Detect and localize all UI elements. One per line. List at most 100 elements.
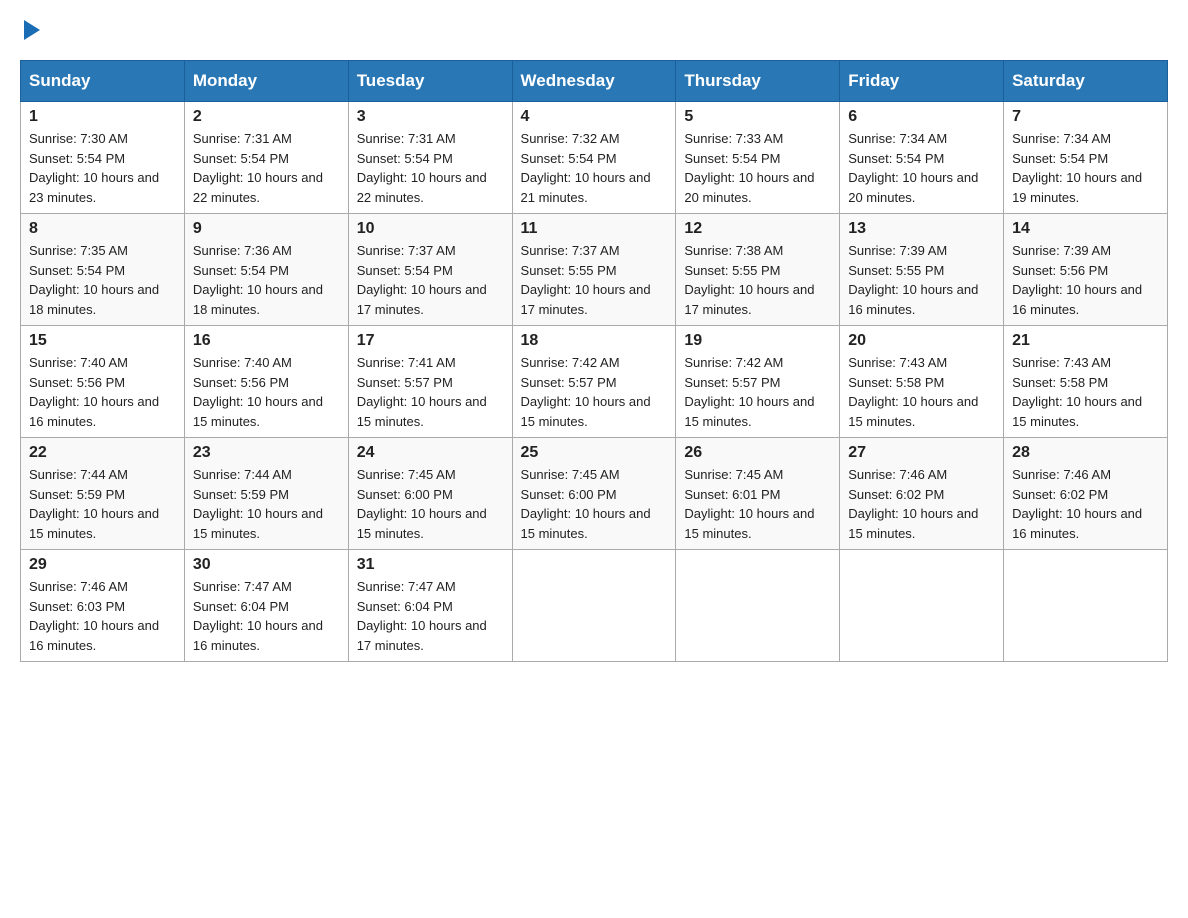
day-number: 1 — [29, 108, 176, 126]
day-number: 19 — [684, 332, 831, 350]
table-row: 4 Sunrise: 7:32 AMSunset: 5:54 PMDayligh… — [512, 102, 676, 214]
table-row — [512, 550, 676, 662]
table-row: 6 Sunrise: 7:34 AMSunset: 5:54 PMDayligh… — [840, 102, 1004, 214]
day-number: 22 — [29, 444, 176, 462]
day-number: 29 — [29, 556, 176, 574]
day-number: 7 — [1012, 108, 1159, 126]
day-info: Sunrise: 7:47 AMSunset: 6:04 PMDaylight:… — [357, 577, 504, 655]
table-row: 8 Sunrise: 7:35 AMSunset: 5:54 PMDayligh… — [21, 214, 185, 326]
table-row: 13 Sunrise: 7:39 AMSunset: 5:55 PMDaylig… — [840, 214, 1004, 326]
day-info: Sunrise: 7:38 AMSunset: 5:55 PMDaylight:… — [684, 241, 831, 319]
day-number: 31 — [357, 556, 504, 574]
calendar-header-row: SundayMondayTuesdayWednesdayThursdayFrid… — [21, 61, 1168, 102]
day-number: 21 — [1012, 332, 1159, 350]
day-info: Sunrise: 7:45 AMSunset: 6:00 PMDaylight:… — [357, 465, 504, 543]
day-info: Sunrise: 7:39 AMSunset: 5:56 PMDaylight:… — [1012, 241, 1159, 319]
day-number: 17 — [357, 332, 504, 350]
col-header-monday: Monday — [184, 61, 348, 102]
col-header-wednesday: Wednesday — [512, 61, 676, 102]
table-row: 29 Sunrise: 7:46 AMSunset: 6:03 PMDaylig… — [21, 550, 185, 662]
day-number: 23 — [193, 444, 340, 462]
table-row: 27 Sunrise: 7:46 AMSunset: 6:02 PMDaylig… — [840, 438, 1004, 550]
calendar-week-2: 8 Sunrise: 7:35 AMSunset: 5:54 PMDayligh… — [21, 214, 1168, 326]
table-row: 22 Sunrise: 7:44 AMSunset: 5:59 PMDaylig… — [21, 438, 185, 550]
day-info: Sunrise: 7:33 AMSunset: 5:54 PMDaylight:… — [684, 129, 831, 207]
day-info: Sunrise: 7:37 AMSunset: 5:55 PMDaylight:… — [521, 241, 668, 319]
day-number: 18 — [521, 332, 668, 350]
day-number: 30 — [193, 556, 340, 574]
col-header-thursday: Thursday — [676, 61, 840, 102]
table-row: 1 Sunrise: 7:30 AMSunset: 5:54 PMDayligh… — [21, 102, 185, 214]
table-row — [840, 550, 1004, 662]
table-row: 3 Sunrise: 7:31 AMSunset: 5:54 PMDayligh… — [348, 102, 512, 214]
day-number: 14 — [1012, 220, 1159, 238]
table-row: 25 Sunrise: 7:45 AMSunset: 6:00 PMDaylig… — [512, 438, 676, 550]
col-header-sunday: Sunday — [21, 61, 185, 102]
day-number: 16 — [193, 332, 340, 350]
day-info: Sunrise: 7:46 AMSunset: 6:02 PMDaylight:… — [1012, 465, 1159, 543]
table-row: 17 Sunrise: 7:41 AMSunset: 5:57 PMDaylig… — [348, 326, 512, 438]
table-row: 24 Sunrise: 7:45 AMSunset: 6:00 PMDaylig… — [348, 438, 512, 550]
table-row: 28 Sunrise: 7:46 AMSunset: 6:02 PMDaylig… — [1004, 438, 1168, 550]
day-info: Sunrise: 7:45 AMSunset: 6:01 PMDaylight:… — [684, 465, 831, 543]
day-number: 2 — [193, 108, 340, 126]
day-info: Sunrise: 7:31 AMSunset: 5:54 PMDaylight:… — [193, 129, 340, 207]
table-row — [1004, 550, 1168, 662]
day-number: 20 — [848, 332, 995, 350]
table-row: 21 Sunrise: 7:43 AMSunset: 5:58 PMDaylig… — [1004, 326, 1168, 438]
day-info: Sunrise: 7:40 AMSunset: 5:56 PMDaylight:… — [193, 353, 340, 431]
day-info: Sunrise: 7:46 AMSunset: 6:02 PMDaylight:… — [848, 465, 995, 543]
day-number: 8 — [29, 220, 176, 238]
col-header-tuesday: Tuesday — [348, 61, 512, 102]
day-info: Sunrise: 7:40 AMSunset: 5:56 PMDaylight:… — [29, 353, 176, 431]
day-info: Sunrise: 7:44 AMSunset: 5:59 PMDaylight:… — [193, 465, 340, 543]
table-row: 14 Sunrise: 7:39 AMSunset: 5:56 PMDaylig… — [1004, 214, 1168, 326]
day-number: 15 — [29, 332, 176, 350]
day-info: Sunrise: 7:32 AMSunset: 5:54 PMDaylight:… — [521, 129, 668, 207]
table-row: 5 Sunrise: 7:33 AMSunset: 5:54 PMDayligh… — [676, 102, 840, 214]
day-number: 9 — [193, 220, 340, 238]
day-number: 11 — [521, 220, 668, 238]
logo-blue-row — [20, 20, 40, 40]
day-number: 6 — [848, 108, 995, 126]
col-header-friday: Friday — [840, 61, 1004, 102]
logo-arrow-icon — [24, 20, 40, 40]
day-number: 13 — [848, 220, 995, 238]
day-info: Sunrise: 7:37 AMSunset: 5:54 PMDaylight:… — [357, 241, 504, 319]
table-row: 31 Sunrise: 7:47 AMSunset: 6:04 PMDaylig… — [348, 550, 512, 662]
day-info: Sunrise: 7:41 AMSunset: 5:57 PMDaylight:… — [357, 353, 504, 431]
day-number: 12 — [684, 220, 831, 238]
col-header-saturday: Saturday — [1004, 61, 1168, 102]
day-info: Sunrise: 7:42 AMSunset: 5:57 PMDaylight:… — [684, 353, 831, 431]
table-row: 16 Sunrise: 7:40 AMSunset: 5:56 PMDaylig… — [184, 326, 348, 438]
day-number: 5 — [684, 108, 831, 126]
table-row: 15 Sunrise: 7:40 AMSunset: 5:56 PMDaylig… — [21, 326, 185, 438]
day-info: Sunrise: 7:47 AMSunset: 6:04 PMDaylight:… — [193, 577, 340, 655]
calendar-week-3: 15 Sunrise: 7:40 AMSunset: 5:56 PMDaylig… — [21, 326, 1168, 438]
day-number: 10 — [357, 220, 504, 238]
table-row: 12 Sunrise: 7:38 AMSunset: 5:55 PMDaylig… — [676, 214, 840, 326]
day-number: 24 — [357, 444, 504, 462]
logo — [20, 20, 40, 40]
table-row: 2 Sunrise: 7:31 AMSunset: 5:54 PMDayligh… — [184, 102, 348, 214]
calendar-week-4: 22 Sunrise: 7:44 AMSunset: 5:59 PMDaylig… — [21, 438, 1168, 550]
calendar-week-5: 29 Sunrise: 7:46 AMSunset: 6:03 PMDaylig… — [21, 550, 1168, 662]
day-number: 4 — [521, 108, 668, 126]
day-info: Sunrise: 7:30 AMSunset: 5:54 PMDaylight:… — [29, 129, 176, 207]
day-info: Sunrise: 7:34 AMSunset: 5:54 PMDaylight:… — [848, 129, 995, 207]
calendar-table: SundayMondayTuesdayWednesdayThursdayFrid… — [20, 60, 1168, 662]
day-info: Sunrise: 7:36 AMSunset: 5:54 PMDaylight:… — [193, 241, 340, 319]
day-info: Sunrise: 7:35 AMSunset: 5:54 PMDaylight:… — [29, 241, 176, 319]
day-number: 26 — [684, 444, 831, 462]
table-row: 7 Sunrise: 7:34 AMSunset: 5:54 PMDayligh… — [1004, 102, 1168, 214]
table-row: 9 Sunrise: 7:36 AMSunset: 5:54 PMDayligh… — [184, 214, 348, 326]
day-number: 28 — [1012, 444, 1159, 462]
table-row: 26 Sunrise: 7:45 AMSunset: 6:01 PMDaylig… — [676, 438, 840, 550]
day-info: Sunrise: 7:43 AMSunset: 5:58 PMDaylight:… — [1012, 353, 1159, 431]
day-number: 27 — [848, 444, 995, 462]
calendar-week-1: 1 Sunrise: 7:30 AMSunset: 5:54 PMDayligh… — [21, 102, 1168, 214]
table-row: 23 Sunrise: 7:44 AMSunset: 5:59 PMDaylig… — [184, 438, 348, 550]
day-info: Sunrise: 7:34 AMSunset: 5:54 PMDaylight:… — [1012, 129, 1159, 207]
table-row: 20 Sunrise: 7:43 AMSunset: 5:58 PMDaylig… — [840, 326, 1004, 438]
table-row: 18 Sunrise: 7:42 AMSunset: 5:57 PMDaylig… — [512, 326, 676, 438]
